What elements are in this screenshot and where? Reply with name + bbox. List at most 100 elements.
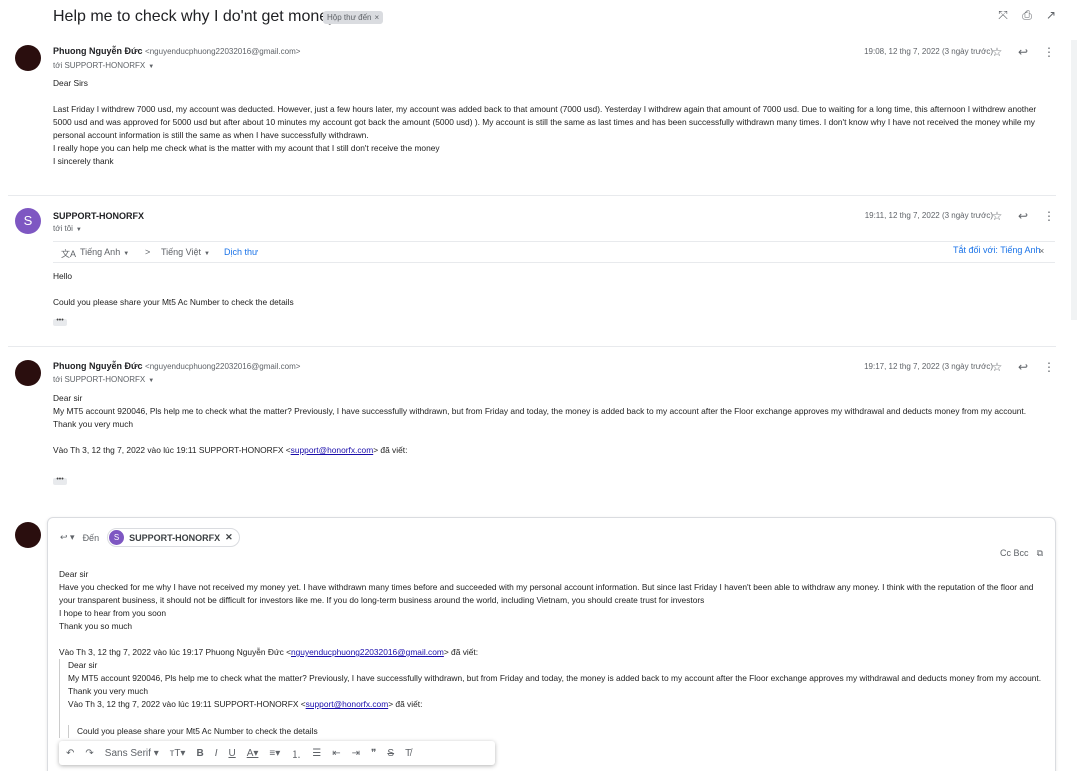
bulleted-list-icon[interactable]: ☰ [312,748,321,759]
nested-quote: Could you please share your Mt5 Ac Numbe… [68,725,1044,738]
reply-icon[interactable]: ↩ [1017,45,1029,59]
body-line: Dear sir [68,660,98,670]
quote-suffix: > đã viết: [388,699,423,709]
numbered-list-icon[interactable]: ⒈ [291,746,301,761]
star-icon[interactable]: ☆ [991,360,1003,374]
reply-icon[interactable]: ↩ [1017,360,1029,374]
italic-icon[interactable]: I [215,748,218,759]
sender-name: Phuong Nguyễn Đức <nguyenducphuong220320… [53,361,300,371]
message-body: Dear sir My MT5 account 920046, Pls help… [53,392,1043,457]
sender-name-text: Phuong Nguyễn Đức [53,361,143,371]
sender-name: SUPPORT-HONORFX [53,211,145,221]
recipient-line[interactable]: tới SUPPORT-HONORFX ▼ [53,375,154,384]
align-icon[interactable]: ≡▾ [269,748,280,759]
message-actions: ☆ ↩ ⋮ [991,209,1055,223]
inbox-label-chip[interactable]: Hộp thư đến × [323,11,384,24]
body-line: Last Friday I withdrew 7000 usd, my acco… [53,104,1037,140]
more-vert-icon[interactable]: ⋮ [1043,360,1055,374]
message-date: 19:17, 12 thg 7, 2022 (3 ngày trước) [864,362,993,371]
label-close-icon[interactable]: × [375,13,380,22]
show-trimmed-content-button[interactable]: ••• [53,476,67,485]
body-line: I really hope you can help me check what… [53,143,440,153]
underline-icon[interactable]: U [228,748,235,759]
recipient-line[interactable]: tới SUPPORT-HONORFX ▼ [53,61,154,70]
sender-avatar: S [15,208,41,234]
scrollbar[interactable] [1071,40,1077,320]
chevron-down-icon[interactable]: ▼ [148,64,154,70]
quote-email-link[interactable]: support@honorfx.com [291,445,374,455]
font-select[interactable]: Sans Serif ▾ [105,748,159,759]
more-vert-icon[interactable]: ⋮ [1043,209,1055,223]
body-line: My MT5 account 920046, Pls help me to ch… [53,406,1027,416]
sender-avatar [15,45,41,71]
turn-off-translate-link[interactable]: Tắt đối với: Tiếng Anh [953,245,1040,255]
sender-avatar [15,360,41,386]
arrow-icon: > [145,247,151,257]
quote-header: Vào Th 3, 12 thg 7, 2022 vào lúc 19:11 S… [53,444,1043,457]
show-trimmed-content-button[interactable]: ••• [53,317,67,326]
chevron-down-icon[interactable]: ▼ [148,378,154,384]
star-icon[interactable]: ☆ [991,45,1003,59]
reply-body-editor[interactable]: Dear sir Have you checked for me why I h… [59,568,1044,738]
redo-icon[interactable]: ↷ [85,748,93,759]
print-icon[interactable]: ⎙ [1021,8,1033,24]
quote-prefix: Vào Th 3, 12 thg 7, 2022 vào lúc 19:17 P… [59,647,291,657]
remove-recipient-icon[interactable]: ✕ [225,532,233,543]
target-language: Tiếng Việt [161,247,202,257]
body-line: Could you please share your Mt5 Ac Numbe… [53,297,294,307]
message-actions: ☆ ↩ ⋮ [991,45,1055,59]
message-body: Dear Sirs Last Friday I withdrew 7000 us… [53,77,1043,168]
translate-message-link[interactable]: Dịch thư [224,247,258,257]
target-language-select[interactable]: Tiếng Việt ▼ [161,247,210,257]
star-icon[interactable]: ☆ [991,209,1003,223]
cc-bcc-button[interactable]: Cc Bcc [1000,548,1029,559]
clear-formatting-icon[interactable]: T̸ [405,748,411,759]
quote-email-link[interactable]: support@honorfx.com [306,699,389,709]
reply-type-icon[interactable]: ↩ ▾ [60,532,75,543]
subject-bar: Help me to check why I do'nt get money H… [0,0,1077,36]
source-language-select[interactable]: Tiếng Anh ▼ [80,247,129,257]
indent-less-icon[interactable]: ⇤ [332,748,340,759]
collapse-icon[interactable]: ⤧ [997,8,1009,24]
close-icon[interactable]: × [1039,246,1044,256]
to-label: Đến [82,532,100,543]
reply-icon[interactable]: ↩ [1017,209,1029,223]
recipient-text: tới tôi [53,224,73,233]
text-color-icon[interactable]: A▾ [247,748,259,759]
body-line: Hello [53,271,73,281]
sender-name: Phuong Nguyễn Đức <nguyenducphuong220320… [53,46,300,56]
body-line: Thank you so much [59,621,133,631]
body-line: Have you checked for me why I have not r… [59,582,1034,605]
body-line: Dear sir [53,393,83,403]
quote-header: Vào Th 3, 12 thg 7, 2022 vào lúc 19:17 P… [59,646,1044,659]
strikethrough-icon[interactable]: S [387,748,394,759]
more-vert-icon[interactable]: ⋮ [1043,45,1055,59]
divider [8,195,1056,196]
recipient-name: SUPPORT-HONORFX [129,532,221,543]
message-date: 19:08, 12 thg 7, 2022 (3 ngày trước) [864,47,993,56]
quote-icon[interactable]: ❞ [371,748,376,759]
quote-prefix: Vào Th 3, 12 thg 7, 2022 vào lúc 19:11 S… [68,699,306,709]
email-subject: Help me to check why I do'nt get money [53,8,337,25]
undo-icon[interactable]: ↶ [66,748,74,759]
font-name: Sans Serif [104,747,151,759]
cc-bcc-controls: Cc Bcc ⧉ [1000,548,1043,559]
recipient-line[interactable]: tới tôi ▼ [53,224,82,233]
translate-icon: 文A [61,249,77,259]
font-size-icon[interactable]: ᴛT▾ [170,748,186,759]
recipient-chip[interactable]: S SUPPORT-HONORFX ✕ [107,528,240,547]
body-line: Dear Sirs [53,78,88,88]
divider [8,346,1056,347]
recipient-avatar: S [109,530,125,545]
translate-bar: 文A Tiếng Anh ▼ > Tiếng Việt ▼ Dịch thư Tắt… [53,241,1055,263]
pop-out-icon[interactable]: ⧉ [1037,548,1043,559]
label-text: Hộp thư đến [327,13,372,22]
bold-icon[interactable]: B [196,748,203,759]
indent-more-icon[interactable]: ⇥ [352,748,360,759]
formatting-toolbar: ↶ ↷ Sans Serif ▾ ᴛT▾ B I U A▾ ≡▾ ⒈ ☰ ⇤ ⇥… [59,741,495,765]
body-line: Dear sir [59,569,89,579]
body-line: My MT5 account 920046, Pls help me to ch… [68,673,1042,683]
chevron-down-icon[interactable]: ▼ [76,227,82,233]
quote-email-link[interactable]: nguyenducphuong22032016@gmail.com [291,647,444,657]
open-new-window-icon[interactable]: ↗ [1045,8,1057,24]
